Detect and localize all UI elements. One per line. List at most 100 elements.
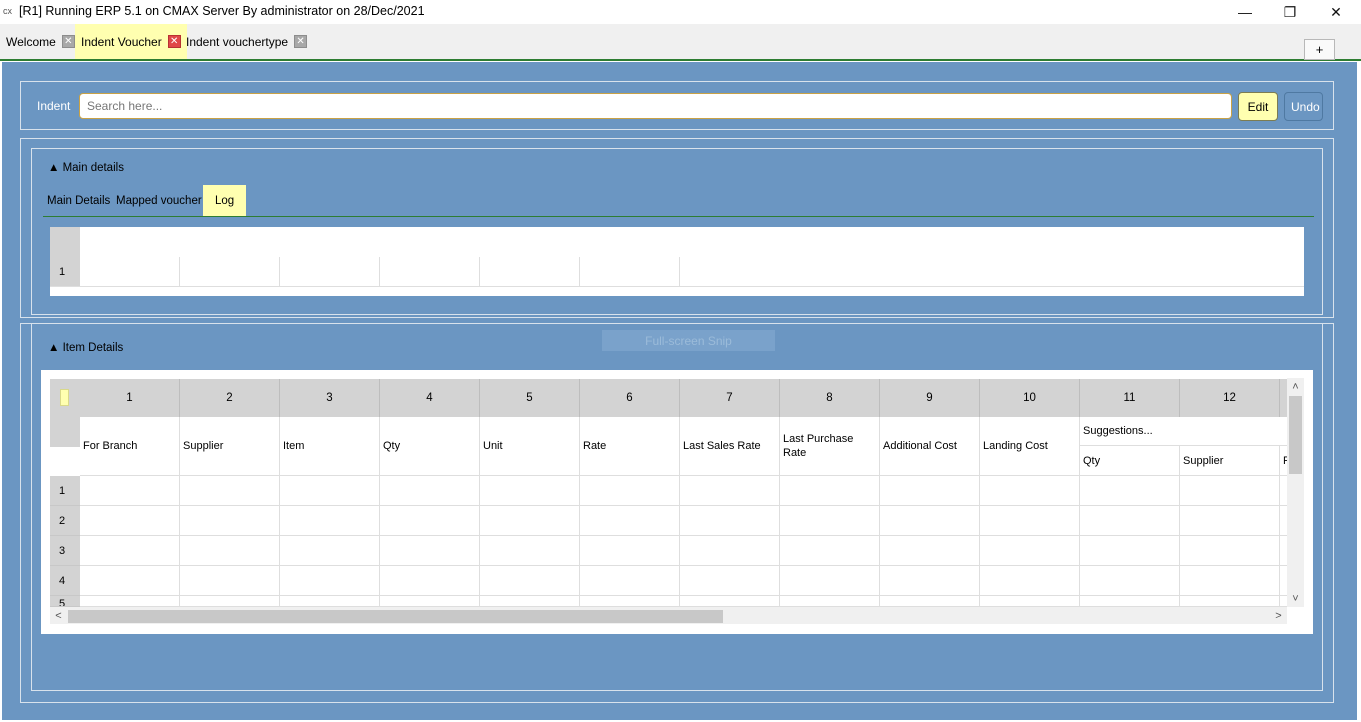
column-number[interactable]: 11: [1080, 379, 1180, 417]
column-number[interactable]: 3: [280, 379, 380, 417]
field-additional-cost[interactable]: Additional Cost: [880, 417, 980, 476]
row-header[interactable]: 4: [50, 566, 80, 596]
item-cell[interactable]: [80, 506, 180, 536]
log-cell[interactable]: [480, 257, 580, 286]
item-cell[interactable]: [580, 476, 680, 506]
item-cell[interactable]: [1080, 566, 1180, 596]
row-header[interactable]: 5: [50, 596, 80, 607]
item-cell[interactable]: [1180, 506, 1280, 536]
subtab-main-details[interactable]: Main Details: [40, 185, 117, 217]
edit-button[interactable]: Edit: [1238, 92, 1278, 121]
close-icon[interactable]: ✕: [167, 35, 181, 48]
add-tab-button[interactable]: +: [1304, 39, 1335, 60]
item-cell[interactable]: [880, 536, 980, 566]
item-cell[interactable]: [480, 476, 580, 506]
item-cell[interactable]: [880, 596, 980, 607]
field-landing-cost[interactable]: Landing Cost: [980, 417, 1080, 476]
column-number[interactable]: 7: [680, 379, 780, 417]
item-cell[interactable]: [980, 536, 1080, 566]
item-cell[interactable]: [80, 566, 180, 596]
log-cell[interactable]: [580, 257, 680, 286]
item-cell[interactable]: [1080, 476, 1180, 506]
log-cell[interactable]: [180, 257, 280, 286]
column-number[interactable]: 2: [180, 379, 280, 417]
item-cell[interactable]: [780, 506, 880, 536]
item-cell[interactable]: [780, 566, 880, 596]
item-cell[interactable]: [780, 476, 880, 506]
tab-welcome[interactable]: Welcome ✕: [0, 24, 81, 59]
minimize-button[interactable]: —: [1222, 0, 1268, 24]
field-unit[interactable]: Unit: [480, 417, 580, 476]
item-cell[interactable]: [280, 536, 380, 566]
maximize-button[interactable]: ❐: [1267, 0, 1313, 24]
item-cell[interactable]: [1180, 476, 1280, 506]
log-cell[interactable]: [80, 257, 180, 286]
field-suggestion-supplier[interactable]: Supplier: [1180, 446, 1280, 476]
row-header[interactable]: 1: [50, 257, 80, 286]
item-cell[interactable]: [1080, 596, 1180, 607]
column-number[interactable]: 1: [80, 379, 180, 417]
item-cell[interactable]: [380, 506, 480, 536]
item-cell[interactable]: [980, 476, 1080, 506]
item-cell[interactable]: [380, 536, 480, 566]
item-details-toggle[interactable]: ▲ Item Details: [48, 342, 123, 354]
field-suggestion-qty[interactable]: Qty: [1080, 446, 1180, 476]
item-cell[interactable]: [1180, 536, 1280, 566]
select-all-marker[interactable]: [60, 389, 69, 406]
main-details-toggle[interactable]: ▲ Main details: [48, 162, 124, 174]
item-cell[interactable]: [880, 476, 980, 506]
item-cell[interactable]: [80, 476, 180, 506]
tab-indent-vouchertype[interactable]: Indent vouchertype ✕: [180, 24, 313, 59]
field-item[interactable]: Item: [280, 417, 380, 476]
item-cell[interactable]: [1080, 506, 1180, 536]
close-window-button[interactable]: ✕: [1313, 0, 1359, 24]
close-icon[interactable]: ✕: [294, 35, 308, 48]
item-cell[interactable]: [780, 536, 880, 566]
item-cell[interactable]: [180, 566, 280, 596]
item-cell[interactable]: [780, 596, 880, 607]
item-cell[interactable]: [580, 506, 680, 536]
undo-button[interactable]: Undo: [1284, 92, 1323, 121]
subtab-log[interactable]: Log: [203, 185, 247, 217]
item-cell[interactable]: [1080, 536, 1180, 566]
item-cell[interactable]: [880, 566, 980, 596]
item-cell[interactable]: [680, 596, 780, 607]
row-header[interactable]: 2: [50, 506, 80, 536]
item-cell[interactable]: [880, 506, 980, 536]
log-cell[interactable]: [380, 257, 480, 286]
item-cell[interactable]: [480, 596, 580, 607]
subtab-mapped-voucher[interactable]: Mapped voucher: [109, 185, 209, 217]
item-cell[interactable]: [580, 536, 680, 566]
item-cell[interactable]: [80, 596, 180, 607]
field-for-branch[interactable]: For Branch: [80, 417, 180, 476]
item-cell[interactable]: [380, 566, 480, 596]
item-cell[interactable]: [180, 536, 280, 566]
suggestions-group-header[interactable]: Suggestions...: [1080, 417, 1287, 446]
item-cell[interactable]: [680, 476, 780, 506]
log-cell[interactable]: [680, 257, 1303, 286]
column-number[interactable]: 6: [580, 379, 680, 417]
item-cell[interactable]: [980, 566, 1080, 596]
field-supplier[interactable]: Supplier: [180, 417, 280, 476]
column-number[interactable]: 8: [780, 379, 880, 417]
column-number[interactable]: 10: [980, 379, 1080, 417]
item-cell[interactable]: [680, 506, 780, 536]
item-cell[interactable]: [180, 506, 280, 536]
scroll-down-arrow[interactable]: ˅: [1287, 590, 1304, 607]
scroll-left-arrow[interactable]: <: [50, 607, 67, 624]
column-number[interactable]: 12: [1180, 379, 1280, 417]
item-cell[interactable]: [980, 596, 1080, 607]
item-cell[interactable]: [480, 506, 580, 536]
item-cell[interactable]: [280, 476, 380, 506]
column-number[interactable]: 4: [380, 379, 480, 417]
search-input[interactable]: [79, 93, 1232, 119]
item-cell[interactable]: [1180, 566, 1280, 596]
scroll-right-arrow[interactable]: >: [1270, 607, 1287, 624]
item-cell[interactable]: [580, 596, 680, 607]
item-cell[interactable]: [680, 566, 780, 596]
item-cell[interactable]: [380, 476, 480, 506]
field-last-purchase-rate[interactable]: Last Purchase Rate: [780, 417, 880, 476]
field-rate[interactable]: Rate: [580, 417, 680, 476]
log-cell[interactable]: [280, 257, 380, 286]
horizontal-scroll-thumb[interactable]: [68, 610, 723, 623]
